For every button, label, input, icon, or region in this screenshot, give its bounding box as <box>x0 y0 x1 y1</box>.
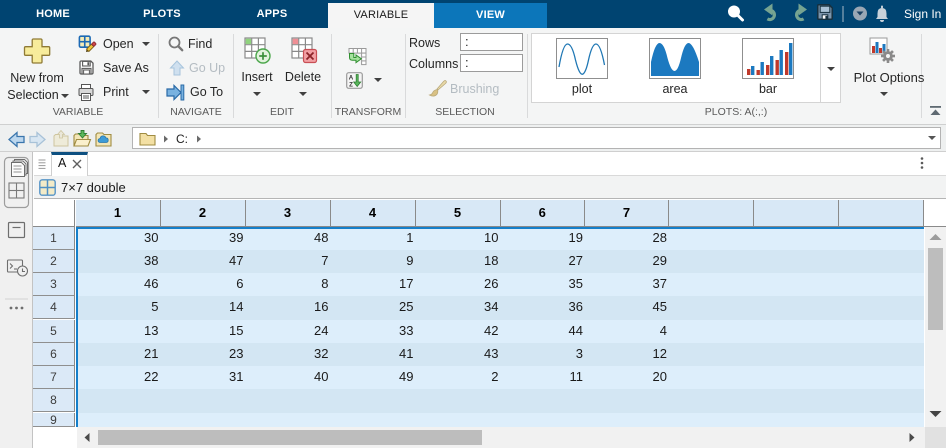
svg-text:A: A <box>349 74 354 81</box>
svg-text:Z: Z <box>349 81 353 88</box>
svg-text:C:: C: <box>176 132 188 146</box>
